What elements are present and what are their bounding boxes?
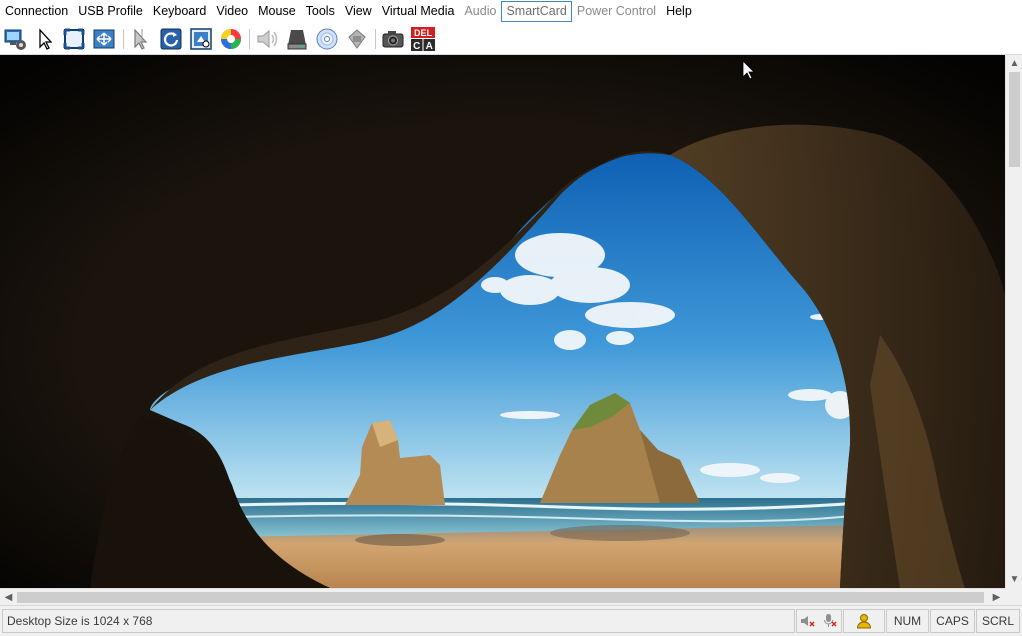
toolbar: DEL C A (0, 23, 1022, 55)
menu-power-control[interactable]: Power Control (572, 1, 661, 22)
single-cursor-icon[interactable] (32, 26, 58, 52)
ctrl-alt-del-top-label: DEL (414, 28, 433, 38)
caps-lock-label: CAPS (936, 614, 969, 628)
menu-virtual-media[interactable]: Virtual Media (377, 1, 460, 22)
connection-properties-icon[interactable] (2, 26, 28, 52)
menu-smartcard[interactable]: SmartCard (501, 1, 572, 22)
scrollbar-corner (1005, 588, 1022, 605)
menu-help[interactable]: Help (661, 1, 697, 22)
scroll-lock-indicator: SCRL (976, 609, 1020, 633)
auto-sense-video-icon[interactable] (188, 26, 214, 52)
audio-status-pane (796, 609, 842, 633)
user-status-pane (843, 609, 885, 633)
scroll-lock-label: SCRL (981, 614, 1014, 628)
menu-video[interactable]: Video (211, 1, 253, 22)
full-screen-icon[interactable] (61, 26, 87, 52)
status-message-text: Desktop Size is 1024 x 768 (7, 614, 153, 628)
screenshot-camera-icon[interactable] (380, 26, 406, 52)
menu-mouse[interactable]: Mouse (253, 1, 301, 22)
horizontal-scroll-thumb[interactable] (17, 592, 984, 603)
num-lock-label: NUM (893, 614, 922, 628)
scroll-up-arrow-icon[interactable]: ▲ (1006, 55, 1022, 72)
vertical-scrollbar[interactable]: ▲ ▼ (1005, 55, 1022, 588)
vertical-scroll-thumb[interactable] (1009, 72, 1020, 167)
virtual-cd-icon[interactable] (314, 26, 340, 52)
smartcard-icon[interactable] (344, 26, 370, 52)
menu-view[interactable]: View (340, 1, 377, 22)
align-cursor-icon[interactable] (128, 26, 154, 52)
horizontal-scrollbar[interactable]: ◀ ▶ (0, 588, 1005, 606)
ctrl-alt-del-left-label: C (413, 41, 420, 52)
menu-audio[interactable]: Audio (459, 1, 501, 22)
menu-usb-profile[interactable]: USB Profile (73, 1, 148, 22)
scroll-down-arrow-icon[interactable]: ▼ (1006, 571, 1022, 588)
menu-keyboard[interactable]: Keyboard (148, 1, 212, 22)
remote-desktop-view[interactable] (0, 55, 1005, 588)
speaker-muted-icon (801, 616, 815, 627)
menu-tools[interactable]: Tools (301, 1, 340, 22)
scroll-left-arrow-icon[interactable]: ◀ (0, 589, 17, 606)
num-lock-indicator: NUM (886, 609, 929, 633)
menu-connection[interactable]: Connection (0, 1, 73, 22)
audio-speaker-icon[interactable] (254, 26, 280, 52)
menu-bar: Connection USB Profile Keyboard Video Mo… (0, 0, 1022, 23)
color-calibrate-icon[interactable] (218, 26, 244, 52)
virtual-drive-icon[interactable] (284, 26, 310, 52)
microphone-muted-icon (824, 614, 837, 627)
refresh-video-icon[interactable] (158, 26, 184, 52)
user-icon (856, 614, 872, 629)
caps-lock-indicator: CAPS (930, 609, 975, 633)
scroll-right-arrow-icon[interactable]: ▶ (988, 589, 1005, 606)
status-message: Desktop Size is 1024 x 768 (2, 609, 795, 633)
fit-to-screen-icon[interactable] (91, 26, 117, 52)
ctrl-alt-del-right-label: A (426, 41, 433, 52)
ctrl-alt-del-icon[interactable]: DEL C A (410, 26, 436, 52)
desktop-wallpaper (0, 55, 1005, 588)
status-bar: Desktop Size is 1024 x 768 NUM CAPS SCRL (0, 605, 1022, 636)
